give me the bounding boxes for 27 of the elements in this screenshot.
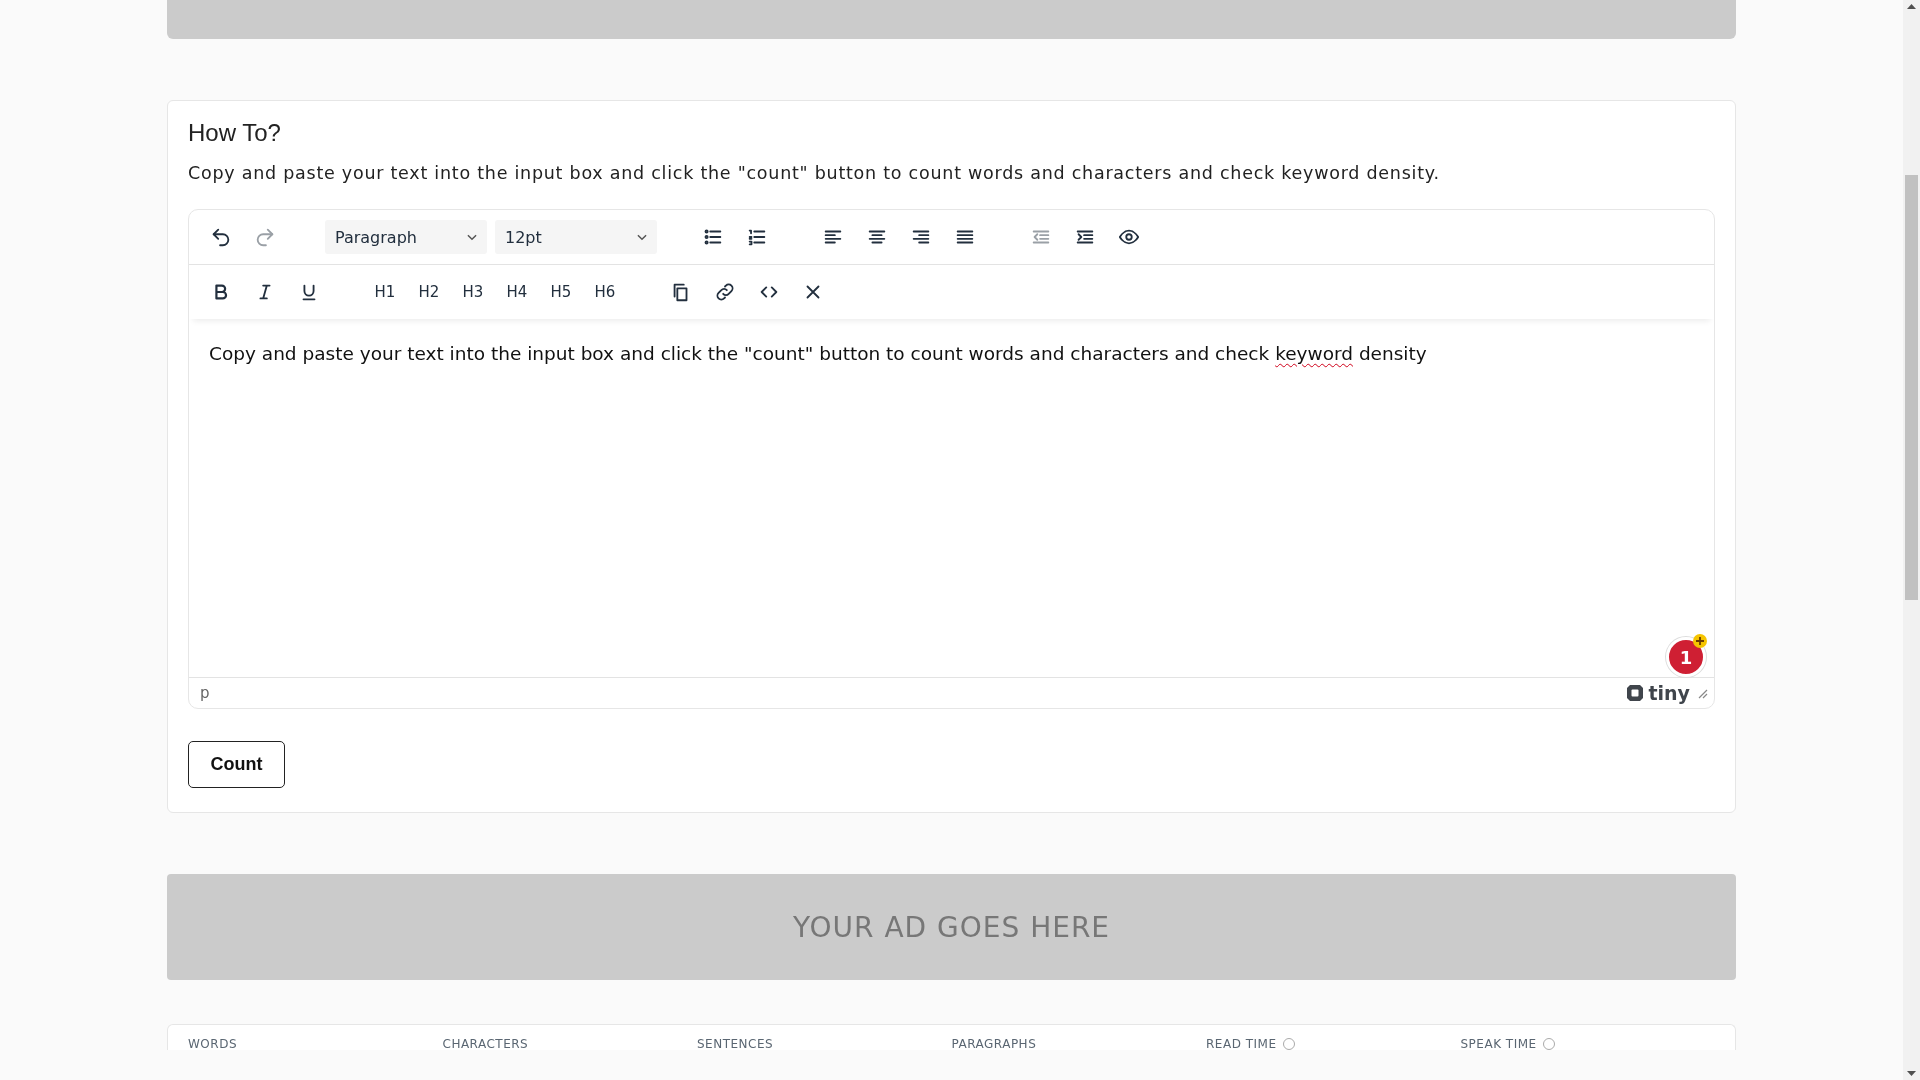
- stat-label: CHARACTERS: [442, 1036, 529, 1050]
- editor-text: Copy and paste your text into the input box and click the "count" button to count words and characters and check keyword density: [209, 342, 1428, 366]
- scrollbar-thumb[interactable]: [1905, 175, 1918, 600]
- stat-label: SPEAK TIME: [1460, 1036, 1537, 1050]
- undo-icon[interactable]: [210, 226, 232, 248]
- stat-label: PARAGRAPHS: [951, 1036, 1037, 1050]
- stat-label: WORDS: [188, 1036, 237, 1050]
- plus-icon: [1693, 634, 1707, 648]
- notification-badge[interactable]: 1: [1666, 637, 1706, 677]
- heading-button[interactable]: H1: [365, 274, 405, 310]
- brand-logo[interactable]: tiny: [1626, 682, 1690, 704]
- count-button[interactable]: Count: [188, 741, 285, 788]
- font-size-dropdown[interactable]: 12pt: [495, 220, 657, 254]
- element-path[interactable]: p: [200, 684, 210, 702]
- block-format-dropdown[interactable]: Paragraph: [325, 220, 487, 254]
- section-title: How To?: [188, 119, 282, 147]
- stat-label: READ TIME: [1206, 1036, 1277, 1050]
- resize-handle-icon[interactable]: [1696, 687, 1708, 699]
- heading-button[interactable]: H3: [453, 274, 493, 310]
- heading-button[interactable]: H6: [585, 274, 625, 310]
- link-icon[interactable]: [714, 281, 736, 303]
- instructions-text: Copy and paste your text into the input box and click the "count" button to count words and characters and check keyword density.: [188, 163, 1441, 183]
- heading-button[interactable]: H5: [541, 274, 581, 310]
- stat-label: SENTENCES: [697, 1036, 774, 1050]
- heading-button[interactable]: H2: [409, 274, 449, 310]
- ad-text: YOUR AD GOES HERE: [792, 910, 1111, 944]
- heading-button[interactable]: H4: [497, 274, 537, 310]
